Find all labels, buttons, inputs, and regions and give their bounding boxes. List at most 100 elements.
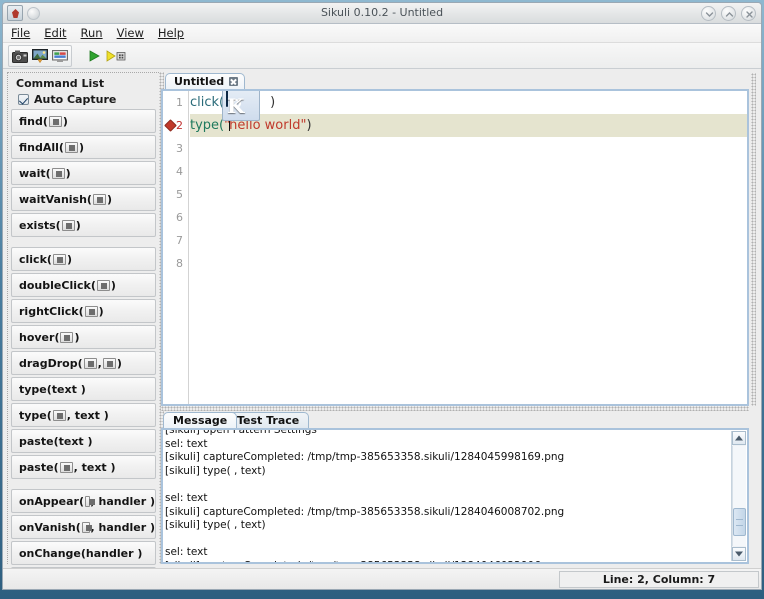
tab-message[interactable]: Message	[163, 412, 238, 428]
scroll-down-button[interactable]	[732, 547, 746, 561]
cmd-waitvanish[interactable]: waitVanish( )	[11, 187, 156, 211]
menu-help[interactable]: Help	[158, 26, 184, 40]
gutter-row[interactable]: 8	[163, 252, 188, 275]
code-editor[interactable]: 1 2 3 4567 8 click(K)type("hello world")	[163, 91, 747, 404]
command-label-prefix: onChange(	[19, 546, 86, 560]
line-number: 8	[176, 257, 183, 270]
menu-help-label: Help	[157, 26, 185, 40]
command-label-prefix: click(	[19, 252, 52, 266]
editor-tab-bar: Untitled	[161, 73, 749, 89]
gutter-row[interactable]: 3	[163, 137, 188, 160]
pattern-thumbnail-icon	[60, 331, 74, 343]
insert-image-button[interactable]	[30, 46, 50, 65]
cmd-dragdrop[interactable]: dragDrop( , )	[11, 351, 156, 375]
caret-position-status: Line: 2, Column: 7	[559, 571, 759, 588]
tab-test-trace[interactable]: Test Trace	[227, 412, 310, 428]
code-line[interactable]	[190, 183, 747, 206]
menu-edit[interactable]: Edit	[44, 26, 66, 40]
command-label-prefix: type(	[19, 382, 52, 396]
screen-region-icon	[52, 49, 68, 62]
pattern-thumbnail-icon	[52, 253, 66, 265]
run-button[interactable]	[84, 46, 104, 65]
maximize-button[interactable]	[721, 6, 736, 21]
close-icon[interactable]	[229, 77, 239, 86]
region-button[interactable]	[50, 46, 70, 65]
code-line[interactable]	[190, 206, 747, 229]
gutter-row[interactable]: 4	[163, 160, 188, 183]
auto-capture-row[interactable]: Auto Capture	[18, 93, 159, 106]
cmd-rightclick[interactable]: rightClick( )	[11, 299, 156, 323]
message-log-text: [sikuli] open Pattern Settings sel: text…	[165, 428, 565, 562]
message-scrollbar[interactable]	[731, 431, 746, 561]
kde-logo-thumbnail[interactable]: K	[222, 91, 260, 121]
command-label-prefix: waitVanish(	[19, 192, 92, 206]
code-line[interactable]: type("hello world")	[190, 114, 747, 137]
code-line[interactable]: click(K)	[190, 91, 747, 121]
cmd-hover[interactable]: hover( )	[11, 325, 156, 349]
chevron-up-icon	[725, 12, 734, 17]
command-label-suffix: )	[62, 114, 68, 128]
menu-bar: File Edit Run View Help	[3, 24, 761, 43]
message-output-frame: [sikuli] open Pattern Settings sel: text…	[161, 428, 749, 564]
cmd-exists[interactable]: exists( )	[11, 213, 156, 237]
pattern-thumbnail-icon	[64, 141, 78, 153]
command-label-suffix: )	[78, 140, 84, 154]
window-title: Sikuli 0.10.2 - Untitled	[320, 6, 444, 19]
cmd-paste-text[interactable]: paste( text )	[11, 429, 156, 453]
cmd-doubleclick[interactable]: doubleClick( )	[11, 273, 156, 297]
command-buttons: find( ) findAll( ) wait( ) waitVanish( ) exi…	[8, 109, 159, 589]
command-list-header: Command List	[8, 73, 159, 90]
scrollbar-track[interactable]	[732, 446, 746, 546]
gutter-row[interactable]: 6	[163, 206, 188, 229]
cmd-onchange[interactable]: onChange( handler )	[11, 541, 156, 565]
menu-file[interactable]: File	[11, 26, 30, 40]
command-label-suffix: )	[66, 252, 72, 266]
code-text-area[interactable]: click(K)type("hello world")	[190, 91, 747, 404]
menu-run[interactable]: Run	[81, 26, 103, 40]
close-button[interactable]	[741, 6, 756, 21]
pattern-thumbnail-icon	[83, 357, 97, 369]
cmd-wait[interactable]: wait( )	[11, 161, 156, 185]
cmd-click[interactable]: click( )	[11, 247, 156, 271]
cmd-type-text[interactable]: type( text )	[11, 377, 156, 401]
scrollbar-thumb[interactable]	[733, 508, 746, 536]
menu-view[interactable]: View	[117, 26, 144, 40]
command-label-suffix: )	[75, 218, 81, 232]
gutter-row[interactable]: 5	[163, 183, 188, 206]
arrow-up-icon	[735, 435, 743, 441]
cmd-findall[interactable]: findAll( )	[11, 135, 156, 159]
gutter-row[interactable]: 1	[163, 91, 188, 114]
scroll-up-button[interactable]	[732, 431, 746, 445]
cmd-find[interactable]: find( )	[11, 109, 156, 133]
command-label-suffix: , handler )	[90, 494, 155, 508]
line-number: 2	[176, 119, 183, 132]
auto-capture-checkbox[interactable]	[18, 94, 29, 105]
gutter-row[interactable]: 2	[163, 114, 188, 137]
code-line[interactable]	[190, 229, 747, 252]
command-label-suffix: )	[116, 356, 122, 370]
cmd-type-pattern-text[interactable]: type( , text )	[11, 403, 156, 427]
horizontal-split-divider[interactable]	[161, 406, 749, 411]
status-bar: Line: 2, Column: 7	[3, 568, 761, 589]
minimize-button[interactable]	[701, 6, 716, 21]
main-content: Command List Auto Capture find( ) findAll…	[3, 70, 761, 589]
code-line[interactable]	[190, 137, 747, 160]
code-line[interactable]	[190, 252, 747, 275]
cmd-onvanish[interactable]: onVanish( , handler )	[11, 515, 156, 539]
capture-screenshot-button[interactable]	[10, 46, 30, 65]
cmd-paste-pattern-text[interactable]: paste( , text )	[11, 455, 156, 479]
kde-logo-icon: K	[226, 91, 244, 118]
line-number: 3	[176, 142, 183, 155]
command-label-prefix: type(	[19, 408, 52, 422]
tab-message-label: Message	[173, 414, 228, 427]
editor-right-divider[interactable]	[751, 73, 756, 406]
cmd-onappear[interactable]: onAppear( , handler )	[11, 489, 156, 513]
gutter-row[interactable]: 7	[163, 229, 188, 252]
pattern-thumbnail-icon	[48, 115, 62, 127]
code-line[interactable]	[190, 160, 747, 183]
pattern-thumbnail-icon	[59, 461, 73, 473]
run-slow-motion-button[interactable]	[104, 46, 130, 65]
editor-tab-untitled[interactable]: Untitled	[165, 73, 246, 89]
command-label-prefix: exists(	[19, 218, 61, 232]
line-number: 1	[176, 96, 183, 109]
